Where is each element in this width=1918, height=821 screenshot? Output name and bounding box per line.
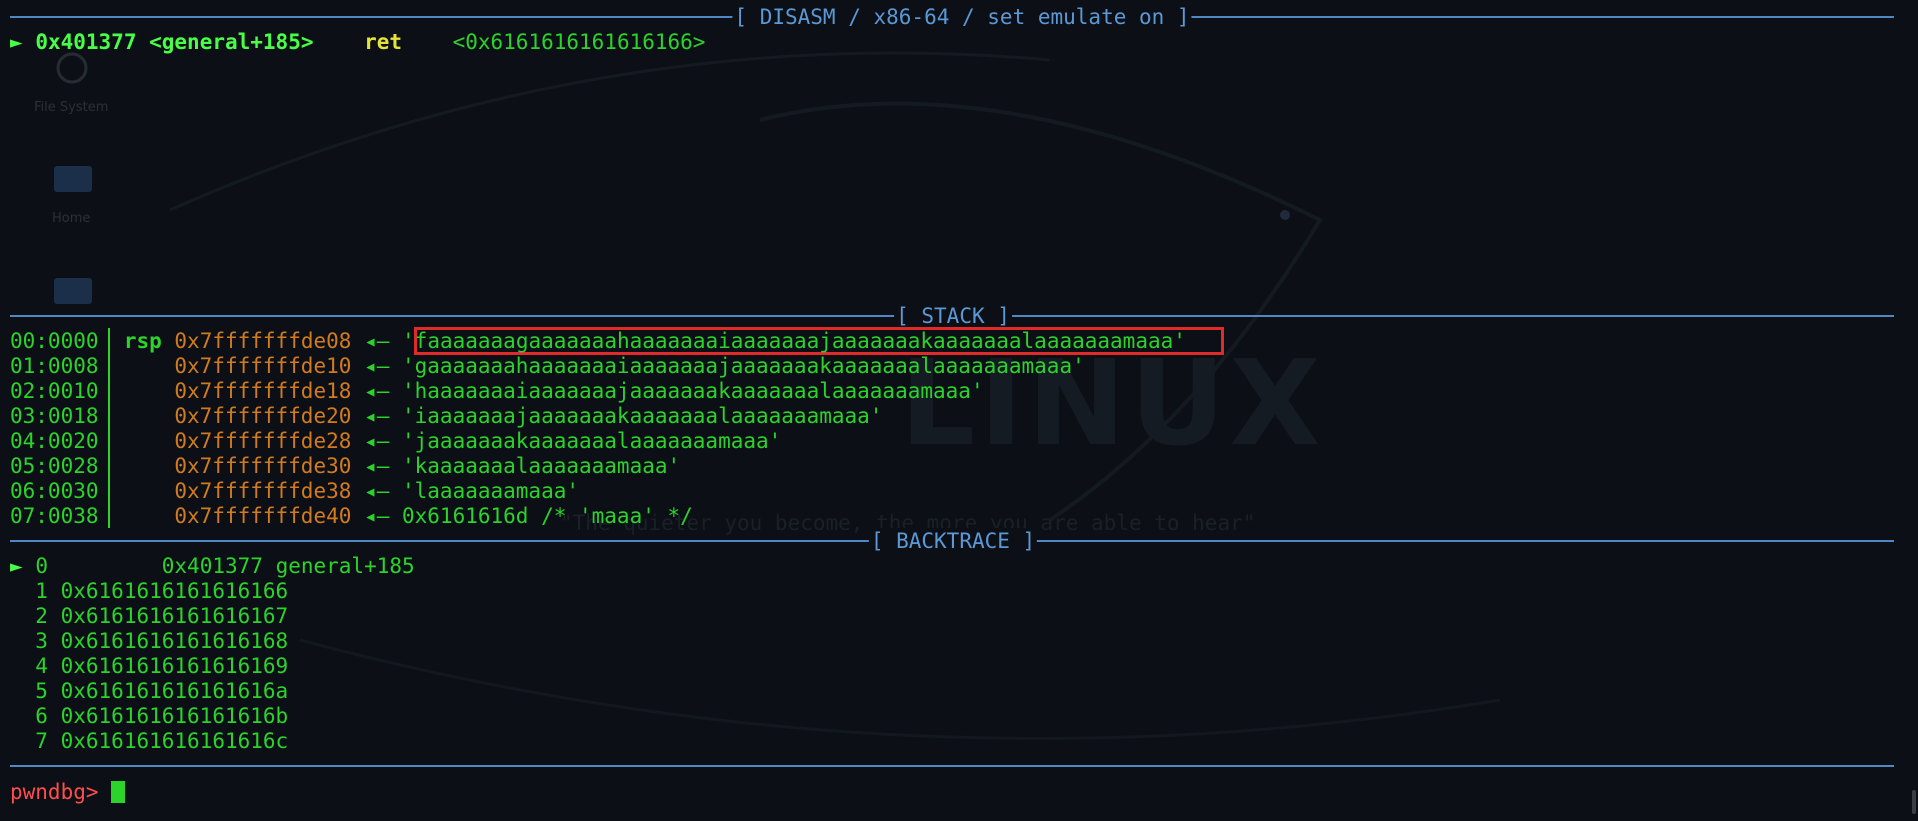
frame-index: 5 [35,679,48,703]
frame-index: 3 [35,629,48,653]
stack-offset: 04:0020 [10,429,99,453]
pointer-arrow-icon: ◂— [364,504,390,528]
command-prompt-line[interactable]: pwndbg> [10,779,126,805]
backtrace-frame: 5 0x616161616161616a [10,678,288,704]
disasm-current-instruction: ► 0x401377 <general+185> ret <0x61616161… [10,29,705,55]
stack-offset: 03:0018 [10,404,99,428]
instruction-address: 0x401377 [35,30,137,54]
frame-index: 4 [35,654,48,678]
pointer-arrow-icon: ◂— [364,479,390,503]
stack-address: 0x7fffffffde18 [174,379,352,403]
current-frame-marker-icon: ► [10,554,23,578]
stack-address: 0x7fffffffde38 [174,479,352,503]
backtrace-frame: 6 0x616161616161616b [10,703,288,729]
stack-section-header: [ STACK ] [10,303,1894,329]
bottom-divider [10,753,1894,779]
stack-address: 0x7fffffffde40 [174,504,352,528]
pointer-arrow-icon: ◂— [364,454,390,478]
frame-address: 0x616161616161616c [60,729,289,753]
backtrace-header-title: [ BACKTRACE ] [868,528,1038,554]
stack-address: 0x7fffffffde28 [174,429,352,453]
pointer-arrow-icon: ◂— [364,429,390,453]
stack-address: 0x7fffffffde30 [174,454,352,478]
stack-address: 0x7fffffffde10 [174,354,352,378]
stack-header-title: [ STACK ] [894,303,1012,329]
stack-offset: 06:0030 [10,479,99,503]
stack-value: 'iaaaaaaajaaaaaaakaaaaaaalaaaaaaamaaa' [402,404,883,428]
pointer-arrow-icon: ◂— [364,329,390,353]
instruction-mnemonic: ret [364,30,403,54]
backtrace-frame: 4 0x6161616161616169 [10,653,288,679]
backtrace-frame: 7 0x616161616161616c [10,728,288,754]
stack-row: 03:0018 0x7fffffffde20 ◂— 'iaaaaaaajaaaa… [10,403,882,429]
stack-value: 'haaaaaaaiaaaaaaajaaaaaaakaaaaaaalaaaaaa… [402,379,984,403]
frame-address: 0x401377 [161,554,263,578]
terminal-cursor [111,781,126,803]
current-instruction-marker-icon: ► [10,30,23,54]
bottom-divider-rule [10,765,1894,767]
stack-value: 'jaaaaaaakaaaaaaalaaaaaaamaaa' [402,429,782,453]
frame-index: 2 [35,604,48,628]
frame-index: 6 [35,704,48,728]
stack-row: 02:0010 0x7fffffffde18 ◂— 'haaaaaaaiaaaa… [10,378,984,404]
pointer-arrow-icon: ◂— [364,404,390,428]
backtrace-frame: ► 0 0x401377 general+185 [10,553,415,579]
pointer-arrow-icon: ◂— [364,354,390,378]
stack-row: 06:0030 0x7fffffffde38 ◂— 'laaaaaaamaaa' [10,478,579,504]
stack-row: 07:0038 0x7fffffffde40 ◂— 0x6161616d /* … [10,503,693,529]
frame-index: 1 [35,579,48,603]
disasm-section-header: [ DISASM / x86-64 / set emulate on ] [10,4,1894,30]
stack-address: 0x7fffffffde20 [174,404,352,428]
stack-offset: 00:0000 [10,329,99,353]
stack-row: 04:0020 0x7fffffffde28 ◂— 'jaaaaaaakaaaa… [10,428,781,454]
backtrace-frame: 2 0x6161616161616167 [10,603,288,629]
pointer-arrow-icon: ◂— [364,379,390,403]
backtrace-section-header: [ BACKTRACE ] [10,528,1894,554]
desktop-icon-home-label: Home [52,211,91,226]
stack-register-rsp: rsp [123,329,162,353]
frame-address: 0x6161616161616166 [60,579,289,603]
stack-value: 'faaaaaaagaaaaaaahaaaaaaaiaaaaaaajaaaaaa… [402,329,1186,353]
stack-row: 00:0000 rsp 0x7fffffffde08 ◂— 'faaaaaaag… [10,328,1186,354]
pwndbg-prompt-label: pwndbg> [10,780,99,804]
frame-symbol: general+185 [275,554,415,578]
backtrace-frame: 3 0x6161616161616168 [10,628,288,654]
terminal-scrollbar[interactable] [1912,790,1916,814]
frame-address: 0x6161616161616167 [60,604,289,628]
instruction-operand: <0x6161616161616166> [452,30,706,54]
stack-offset: 07:0038 [10,504,99,528]
terminal-window[interactable]: File System Home LINUX "The quieter you … [0,0,1918,816]
stack-row: 05:0028 0x7fffffffde30 ◂— 'kaaaaaaalaaaa… [10,453,680,479]
stack-row: 01:0008 0x7fffffffde10 ◂— 'gaaaaaaahaaaa… [10,353,1085,379]
frame-address: 0x6161616161616169 [60,654,289,678]
stack-value: 0x6161616d /* 'maaa' */ [402,504,693,528]
stack-offset: 05:0028 [10,454,99,478]
stack-offset: 01:0008 [10,354,99,378]
instruction-symbol: <general+185> [149,30,314,54]
stack-value: 'gaaaaaaahaaaaaaaiaaaaaaajaaaaaaakaaaaaa… [402,354,1085,378]
desktop-icon-filesystem-label: File System [34,100,109,115]
disasm-header-title: [ DISASM / x86-64 / set emulate on ] [732,4,1192,30]
stack-value: 'kaaaaaaalaaaaaaamaaa' [402,454,681,478]
stack-value: 'laaaaaaamaaa' [402,479,580,503]
stack-offset: 02:0010 [10,379,99,403]
frame-address: 0x6161616161616168 [60,629,289,653]
frame-address: 0x616161616161616b [60,704,289,728]
frame-index: 7 [35,729,48,753]
frame-index: 0 [35,554,48,578]
stack-address: 0x7fffffffde08 [174,329,352,353]
backtrace-frame: 1 0x6161616161616166 [10,578,288,604]
frame-address: 0x616161616161616a [60,679,289,703]
